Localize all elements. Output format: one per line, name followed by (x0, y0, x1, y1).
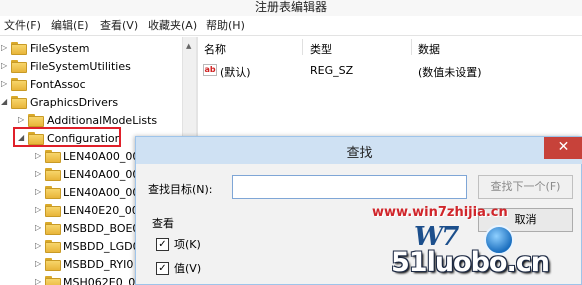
checkbox-checked-icon[interactable]: ✓ (156, 262, 169, 275)
column-divider[interactable] (302, 39, 303, 55)
find-next-button[interactable]: 查找下一个(F) (478, 175, 573, 199)
value-data: (数值未设置) (418, 66, 482, 79)
column-header-data[interactable]: 数据 (418, 41, 440, 57)
watermark-brand: 51luobo.cn (391, 247, 550, 278)
folder-icon (45, 276, 61, 285)
folder-icon (11, 60, 27, 73)
window-titlebar: 注册表编辑器 (0, 0, 582, 16)
checkbox-checked-icon[interactable]: ✓ (156, 238, 169, 251)
folder-icon (45, 240, 61, 253)
folder-icon (45, 222, 61, 235)
menu-help[interactable]: 帮助(H) (206, 19, 245, 33)
expand-arrow-icon[interactable]: ▷ (35, 223, 43, 233)
selection-highlight (13, 127, 121, 147)
dialog-title: 查找 (346, 146, 373, 161)
scroll-up-arrow-icon[interactable]: ▲ (186, 42, 191, 50)
folder-icon (28, 114, 44, 127)
folder-icon (45, 168, 61, 181)
folder-icon (11, 96, 27, 109)
folder-icon (45, 186, 61, 199)
expand-arrow-icon[interactable]: ▷ (35, 187, 43, 197)
expand-arrow-icon[interactable]: ▷ (35, 169, 43, 179)
close-icon[interactable]: ✕ (544, 137, 582, 159)
folder-icon (11, 42, 27, 55)
string-value-icon: ab (203, 64, 217, 76)
column-header-name[interactable]: 名称 (204, 41, 226, 57)
menu-favorites[interactable]: 收藏夹(A) (148, 19, 197, 33)
menu-edit[interactable]: 编辑(E) (51, 19, 89, 33)
expand-arrow-icon[interactable]: ▷ (35, 241, 43, 251)
collapse-arrow-icon[interactable]: ◢ (1, 97, 9, 107)
find-target-label: 查找目标(N): (148, 183, 213, 196)
folder-icon (45, 258, 61, 271)
menu-bar: 文件(F) 编辑(E) 查看(V) 收藏夹(A) 帮助(H) (0, 16, 582, 36)
column-divider[interactable] (411, 39, 412, 55)
expand-arrow-icon[interactable]: ▷ (1, 43, 9, 53)
value-name[interactable]: (默认) (220, 64, 251, 80)
expand-arrow-icon[interactable]: ▷ (35, 259, 43, 269)
expand-arrow-icon[interactable]: ▷ (1, 61, 9, 71)
expand-arrow-icon[interactable]: ▷ (35, 151, 43, 161)
folder-icon (45, 150, 61, 163)
window-title: 注册表编辑器 (254, 0, 327, 14)
expand-arrow-icon[interactable]: ▷ (35, 277, 43, 285)
expand-arrow-icon[interactable]: ▷ (1, 79, 9, 89)
look-at-group-label: 查看 (152, 217, 174, 230)
folder-icon (11, 78, 27, 91)
dialog-titlebar[interactable]: 查找 (136, 137, 582, 164)
find-target-input[interactable] (232, 175, 467, 199)
watermark-site: www.win7zhijia.cn (372, 205, 508, 220)
menu-file[interactable]: 文件(F) (4, 19, 41, 33)
column-header-type[interactable]: 类型 (310, 41, 332, 57)
expand-arrow-icon[interactable]: ▷ (35, 205, 43, 215)
value-type: REG_SZ (310, 64, 354, 77)
folder-icon (45, 204, 61, 217)
menu-view[interactable]: 查看(V) (100, 19, 138, 33)
expand-arrow-icon[interactable]: ▷ (18, 115, 26, 125)
